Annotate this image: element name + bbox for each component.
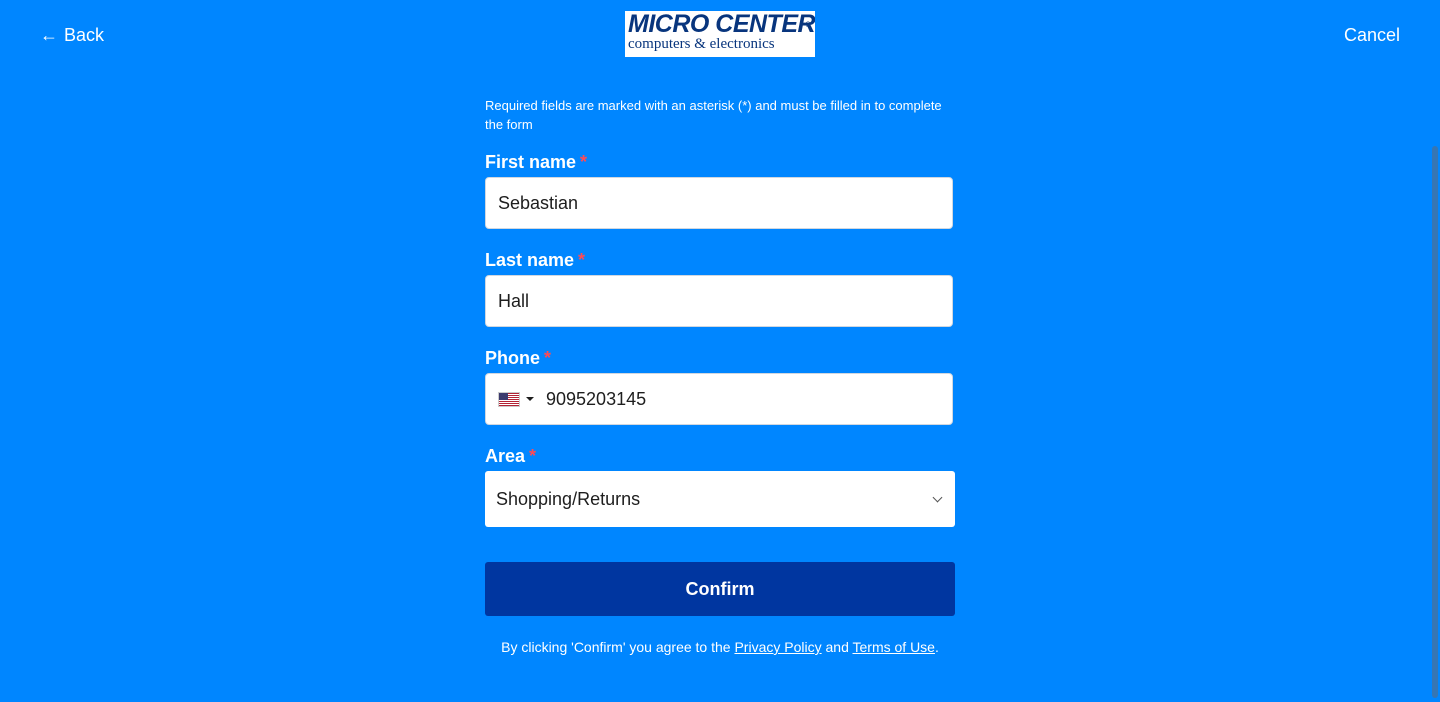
area-selected-value: Shopping/Returns <box>496 488 641 509</box>
arrow-left-icon: ← <box>40 25 58 45</box>
legal-notice: By clicking 'Confirm' you agree to the P… <box>501 639 939 655</box>
required-asterisk: * <box>529 446 537 466</box>
last-name-input[interactable] <box>498 290 940 312</box>
area-label: Area * <box>485 446 537 466</box>
required-asterisk: * <box>580 152 588 172</box>
area-select[interactable]: Shopping/Returns <box>485 471 955 527</box>
phone-field-wrapper <box>485 373 953 425</box>
back-button[interactable]: ← Back <box>40 24 104 46</box>
page: ← Back MICRO CENTER ® computers & electro… <box>0 0 1440 702</box>
last-name-label: Last name * <box>485 250 586 270</box>
first-name-field-wrapper <box>485 177 953 229</box>
phone-label: Phone * <box>485 348 552 368</box>
required-notice: Required fields are marked with an aster… <box>485 98 942 132</box>
last-name-field-wrapper <box>485 275 953 327</box>
terms-of-use-link[interactable]: Terms of Use <box>853 639 935 655</box>
required-asterisk: * <box>578 250 586 270</box>
first-name-label: First name * <box>485 152 588 172</box>
confirm-button[interactable]: Confirm <box>485 562 955 616</box>
logo-brand: MICRO CENTER ® <box>628 11 815 38</box>
scrollbar[interactable] <box>1432 146 1438 698</box>
caret-down-icon <box>526 397 534 401</box>
back-label: Back <box>64 25 105 45</box>
privacy-policy-link[interactable]: Privacy Policy <box>734 639 821 655</box>
phone-input[interactable] <box>546 388 940 410</box>
first-name-input[interactable] <box>498 192 940 214</box>
chevron-down-icon <box>932 492 943 503</box>
contact-form: Required fields are marked with an aster… <box>485 96 955 616</box>
country-code-select[interactable] <box>498 391 534 407</box>
us-flag-icon <box>498 391 520 407</box>
cancel-button[interactable]: Cancel <box>1344 24 1400 46</box>
logo-tagline: computers & electronics <box>628 36 775 52</box>
micro-center-logo: MICRO CENTER ® computers & electronics <box>625 11 815 57</box>
required-asterisk: * <box>544 348 552 368</box>
